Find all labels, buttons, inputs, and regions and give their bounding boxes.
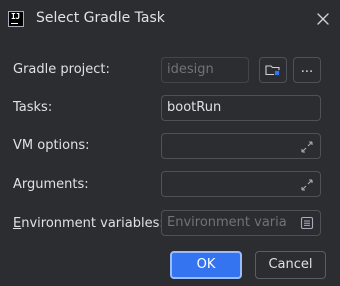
arguments-label: Arguments: bbox=[13, 177, 89, 192]
expand-icon[interactable] bbox=[300, 140, 314, 154]
env-vars-label-rest: nvironment variables: bbox=[21, 216, 164, 231]
gradle-project-label: Gradle project: bbox=[13, 62, 110, 77]
tasks-label: Tasks: bbox=[13, 100, 53, 115]
title-bar: IJ Select Gradle Task bbox=[0, 0, 340, 38]
env-vars-label: Environment variables: bbox=[13, 216, 164, 231]
cancel-button[interactable]: Cancel bbox=[255, 251, 326, 279]
arguments-input[interactable] bbox=[161, 171, 321, 197]
vm-options-label: VM options: bbox=[13, 138, 90, 153]
tasks-input[interactable]: bootRun bbox=[161, 95, 321, 121]
window-title: Select Gradle Task bbox=[36, 10, 165, 26]
ok-button[interactable]: OK bbox=[170, 251, 242, 279]
tasks-value: bootRun bbox=[167, 100, 222, 115]
gradle-project-value: idesign bbox=[167, 62, 214, 77]
folder-icon bbox=[265, 65, 280, 76]
intellij-idea-icon: IJ bbox=[8, 11, 24, 27]
more-button-label: ... bbox=[300, 61, 314, 76]
env-vars-label-mnemonic: E bbox=[13, 216, 22, 231]
gradle-project-field[interactable]: idesign bbox=[161, 57, 249, 83]
close-icon bbox=[317, 13, 329, 25]
edit-list-icon[interactable] bbox=[300, 216, 314, 230]
select-project-button[interactable] bbox=[259, 57, 287, 83]
env-vars-input[interactable]: Environment variables bbox=[161, 210, 321, 236]
vm-options-input[interactable] bbox=[161, 133, 321, 159]
expand-icon[interactable] bbox=[300, 178, 314, 192]
close-button[interactable] bbox=[312, 8, 334, 30]
more-button[interactable]: ... bbox=[293, 57, 321, 83]
env-vars-placeholder: Environment variables bbox=[167, 215, 287, 230]
